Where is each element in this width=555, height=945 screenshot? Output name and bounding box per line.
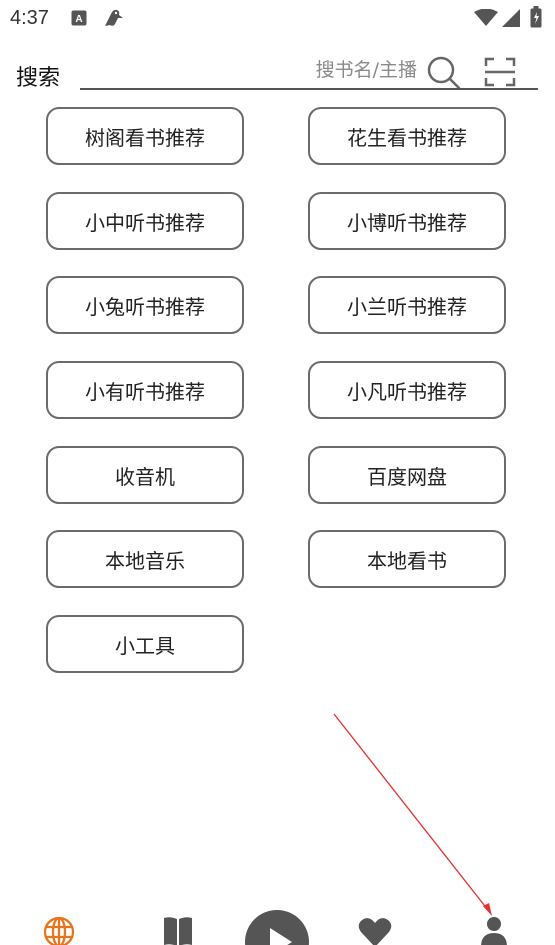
person-icon[interactable] (480, 915, 508, 945)
button-shuge-reading[interactable]: 树阁看书推荐 (46, 107, 244, 165)
button-baidu-netdisk[interactable]: 百度网盘 (308, 446, 506, 504)
globe-icon[interactable] (43, 916, 75, 945)
button-huasheng-reading[interactable]: 花生看书推荐 (308, 107, 506, 165)
book-icon[interactable] (162, 916, 194, 945)
bottom-nav (0, 900, 555, 945)
button-xiaozhong-listening[interactable]: 小中听书推荐 (46, 192, 244, 250)
button-xiaobo-listening[interactable]: 小博听书推荐 (308, 192, 506, 250)
bird-icon (101, 6, 125, 34)
button-tools[interactable]: 小工具 (46, 615, 244, 673)
svg-text:A: A (75, 14, 82, 25)
search-underline (80, 88, 538, 90)
a-badge-icon: A (71, 10, 87, 30)
search-label: 搜索 (16, 66, 61, 91)
scan-icon[interactable] (484, 56, 516, 92)
heart-icon[interactable] (358, 917, 392, 945)
button-local-music[interactable]: 本地音乐 (46, 530, 244, 588)
wifi-icon (474, 8, 498, 31)
button-xiaofan-listening[interactable]: 小凡听书推荐 (308, 361, 506, 419)
play-icon[interactable] (245, 910, 309, 945)
button-xiaolan-listening[interactable]: 小兰听书推荐 (308, 276, 506, 334)
search-input[interactable] (84, 54, 419, 86)
signal-icon (502, 9, 520, 31)
button-xiaoyou-listening[interactable]: 小有听书推荐 (46, 361, 244, 419)
search-bar: 搜索 (0, 52, 555, 96)
battery-icon (530, 6, 542, 32)
status-time: 4:37 (10, 7, 49, 29)
button-local-reading[interactable]: 本地看书 (308, 530, 506, 588)
button-radio[interactable]: 收音机 (46, 446, 244, 504)
button-xiaotu-listening[interactable]: 小兔听书推荐 (46, 276, 244, 334)
status-bar: 4:37 A (0, 0, 555, 38)
